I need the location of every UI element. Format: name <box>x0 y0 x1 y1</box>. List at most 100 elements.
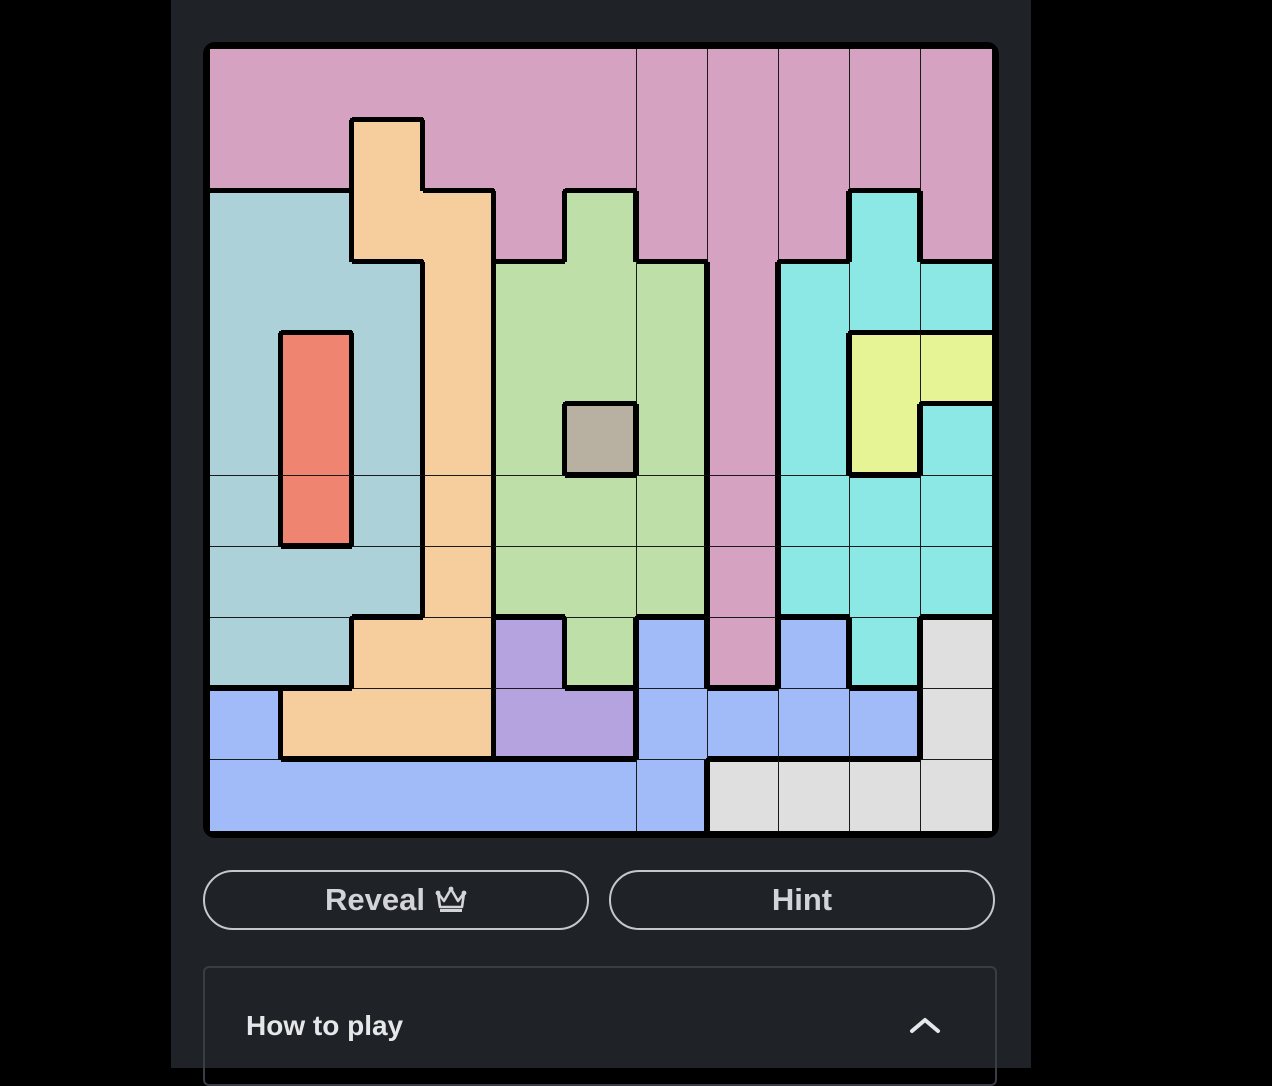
grid-cell[interactable] <box>279 404 353 477</box>
grid-cell[interactable] <box>492 546 566 619</box>
grid-cell[interactable] <box>778 688 851 761</box>
grid-cell[interactable] <box>849 262 922 334</box>
grid-cell[interactable] <box>776 260 851 334</box>
grid-cell[interactable] <box>423 189 495 263</box>
grid-cell[interactable] <box>492 475 566 548</box>
grid-cell[interactable] <box>705 475 780 548</box>
grid-cell[interactable] <box>636 120 709 192</box>
grid-cell[interactable] <box>847 331 922 405</box>
grid-cell[interactable] <box>352 49 424 121</box>
grid-cell[interactable] <box>281 757 353 831</box>
grid-cell[interactable] <box>634 404 709 477</box>
grid-cell[interactable] <box>565 473 638 548</box>
grid-cell[interactable] <box>778 120 851 192</box>
grid-cell[interactable] <box>636 546 709 619</box>
grid-cell[interactable] <box>705 546 780 619</box>
grid-cell[interactable] <box>279 331 353 405</box>
grid-cell[interactable] <box>210 120 282 192</box>
grid-cell[interactable] <box>421 120 495 192</box>
grid-cell[interactable] <box>423 49 495 121</box>
grid-cell[interactable] <box>492 615 566 690</box>
grid-cell[interactable] <box>778 49 851 121</box>
grid-cell[interactable] <box>281 120 353 192</box>
grid-cell[interactable] <box>918 402 992 477</box>
grid-cell[interactable] <box>636 333 709 405</box>
grid-cell[interactable] <box>776 404 851 477</box>
grid-cell[interactable] <box>281 262 353 334</box>
grid-cell[interactable] <box>565 333 638 405</box>
grid-cell[interactable] <box>776 333 851 405</box>
grid-cell[interactable] <box>210 49 282 121</box>
grid-cell[interactable] <box>918 688 992 761</box>
grid-cell[interactable] <box>350 475 424 548</box>
grid-cell[interactable] <box>565 757 638 831</box>
grid-cell[interactable] <box>492 191 566 263</box>
grid-cell[interactable] <box>705 404 780 477</box>
grid-cell[interactable] <box>705 757 780 831</box>
hint-button[interactable]: Hint <box>609 870 995 930</box>
grid-cell[interactable] <box>565 120 638 192</box>
grid-cell[interactable] <box>636 260 709 334</box>
grid-cell[interactable] <box>210 404 282 477</box>
grid-cell[interactable] <box>849 473 922 548</box>
grid-cell[interactable] <box>281 544 353 619</box>
grid-cell[interactable] <box>849 120 922 192</box>
grid-cell[interactable] <box>352 688 424 761</box>
grid-cell[interactable] <box>210 189 282 263</box>
grid-cell[interactable] <box>565 262 638 334</box>
grid-cell[interactable] <box>705 617 780 690</box>
grid-cell[interactable] <box>492 688 566 761</box>
grid-cell[interactable] <box>636 475 709 548</box>
grid-cell[interactable] <box>778 191 851 263</box>
grid-cell[interactable] <box>565 686 638 761</box>
grid-cell[interactable] <box>849 686 922 761</box>
grid-cell[interactable] <box>423 617 495 690</box>
grid-cell[interactable] <box>210 617 282 690</box>
grid-cell[interactable] <box>636 759 709 831</box>
grid-cell[interactable] <box>494 49 566 121</box>
grid-cell[interactable] <box>920 759 992 831</box>
grid-cell[interactable] <box>492 404 566 477</box>
grid-cell[interactable] <box>350 615 424 690</box>
grid-cell[interactable] <box>352 757 424 831</box>
grid-cell[interactable] <box>563 402 638 477</box>
grid-cell[interactable] <box>707 191 780 263</box>
grid-cell[interactable] <box>705 262 780 334</box>
grid-cell[interactable] <box>210 475 282 548</box>
grid-cell[interactable] <box>920 120 992 192</box>
grid-cell[interactable] <box>421 475 495 548</box>
grid-cell[interactable] <box>350 333 424 405</box>
grid-cell[interactable] <box>634 615 709 690</box>
grid-cell[interactable] <box>778 757 851 831</box>
grid-cell[interactable] <box>494 120 566 192</box>
grid-cell[interactable] <box>847 404 922 477</box>
grid-cell[interactable] <box>494 757 566 831</box>
chevron-up-icon[interactable] <box>908 1014 942 1036</box>
grid-cell[interactable] <box>918 615 992 690</box>
how-to-play-section[interactable]: How to play <box>203 966 997 1086</box>
grid-cell[interactable] <box>847 189 922 263</box>
grid-cell[interactable] <box>565 49 638 121</box>
grid-cell[interactable] <box>279 475 353 548</box>
grid-cell[interactable] <box>421 404 495 477</box>
grid-cell[interactable] <box>352 260 424 334</box>
grid-cell[interactable] <box>210 546 282 619</box>
grid-cell[interactable] <box>920 260 992 334</box>
grid-cell[interactable] <box>423 688 495 761</box>
grid-cell[interactable] <box>350 404 424 477</box>
grid-cell[interactable] <box>281 189 353 263</box>
grid-cell[interactable] <box>849 49 922 121</box>
grid-cell[interactable] <box>776 475 851 548</box>
grid-cell[interactable] <box>849 546 922 619</box>
grid-cell[interactable] <box>707 120 780 192</box>
grid-cell[interactable] <box>563 617 638 690</box>
grid-cell[interactable] <box>279 686 353 761</box>
grid-cell[interactable] <box>705 333 780 405</box>
grid-cell[interactable] <box>776 615 851 690</box>
grid-cell[interactable] <box>281 617 353 690</box>
grid-cell[interactable] <box>210 333 282 405</box>
grid-cell[interactable] <box>636 49 709 121</box>
grid-cell[interactable] <box>849 757 922 831</box>
grid-cell[interactable] <box>423 757 495 831</box>
grid-cell[interactable] <box>492 333 566 405</box>
